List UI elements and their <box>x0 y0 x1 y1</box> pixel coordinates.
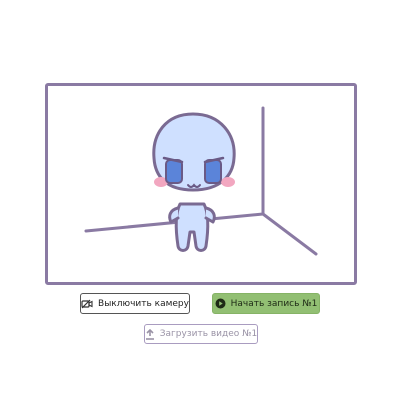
recorder-panel: Выключить камеру Начать запись №1 Загруз… <box>0 0 400 400</box>
upload-video-label: Загрузить видео №1 <box>159 329 258 339</box>
record-dot-icon <box>215 298 226 309</box>
upload-arrow-icon <box>145 328 155 340</box>
start-recording-button[interactable]: Начать запись №1 <box>212 293 320 314</box>
camera-toggle-button[interactable]: Выключить камеру <box>80 293 190 314</box>
upload-video-button[interactable]: Загрузить видео №1 <box>144 324 258 344</box>
camera-preview-image <box>84 106 318 256</box>
camera-toggle-label: Выключить камеру <box>98 298 189 309</box>
camera-off-icon <box>81 299 93 309</box>
start-recording-label: Начать запись №1 <box>230 298 318 309</box>
camera-preview <box>45 83 357 285</box>
